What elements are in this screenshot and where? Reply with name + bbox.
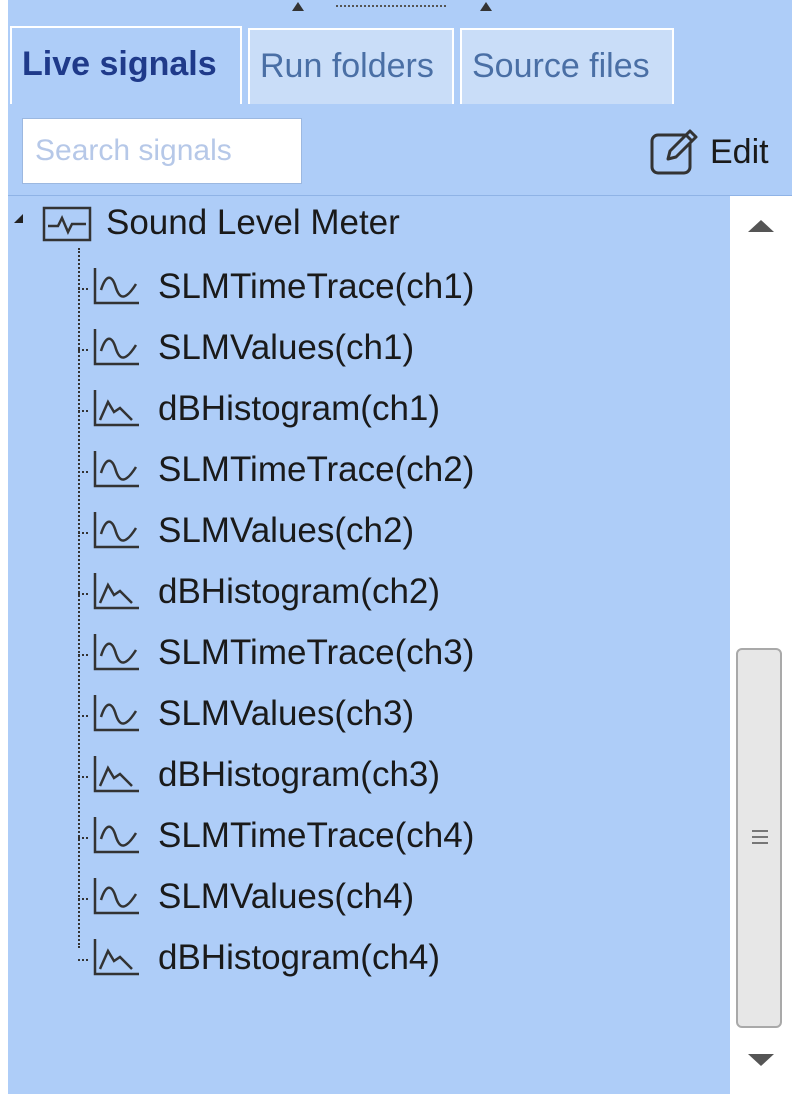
splitter-grip[interactable] — [290, 0, 500, 16]
wave-icon — [92, 266, 142, 310]
tree-item[interactable]: SLMValues(ch1) — [78, 319, 722, 379]
tree-item[interactable]: SLMValues(ch2) — [78, 502, 722, 562]
tree-item-label: SLMValues(ch3) — [158, 694, 415, 733]
tree-item-label: SLMTimeTrace(ch2) — [158, 450, 475, 489]
wave-icon — [92, 693, 142, 737]
toolbar: Edit — [8, 104, 792, 196]
wave-icon — [92, 449, 142, 493]
tree-item-label: dBHistogram(ch1) — [158, 389, 441, 428]
tab-live-signals[interactable]: Live signals — [10, 26, 242, 108]
grip-dots — [336, 5, 446, 7]
tree-item-label: dBHistogram(ch4) — [158, 938, 441, 977]
tree-item[interactable]: dBHistogram(ch3) — [78, 746, 722, 806]
scroll-down-arrow-icon[interactable] — [748, 1054, 774, 1066]
tree-item[interactable]: SLMValues(ch3) — [78, 685, 722, 745]
tree-item-label: SLMTimeTrace(ch3) — [158, 633, 475, 672]
search-input[interactable] — [22, 118, 302, 184]
wave-icon — [92, 632, 142, 676]
wave-icon — [92, 510, 142, 554]
tab-run-folders[interactable]: Run folders — [248, 28, 454, 104]
tree-item[interactable]: SLMTimeTrace(ch1) — [78, 258, 722, 318]
tree-item[interactable]: SLMTimeTrace(ch2) — [78, 441, 722, 501]
tree-connector — [78, 776, 88, 778]
tree-item[interactable]: SLMTimeTrace(ch4) — [78, 807, 722, 867]
tree-item[interactable]: SLMValues(ch4) — [78, 868, 722, 928]
tree-connector — [78, 410, 88, 412]
tree-connector — [78, 959, 88, 961]
histogram-icon — [92, 571, 142, 615]
tree-item[interactable]: dBHistogram(ch4) — [78, 929, 722, 989]
tree-root-label[interactable]: Sound Level Meter — [106, 200, 400, 246]
tree-connector — [78, 654, 88, 656]
tree-connector — [78, 471, 88, 473]
tree-connector — [78, 593, 88, 595]
scroll-thumb[interactable] — [736, 648, 782, 1028]
tree-item[interactable]: dBHistogram(ch1) — [78, 380, 722, 440]
tree-connector — [78, 715, 88, 717]
tree-item-label: SLMTimeTrace(ch1) — [158, 267, 475, 306]
pencil-edit-icon — [648, 125, 702, 179]
tree-item-label: SLMValues(ch1) — [158, 328, 415, 367]
edit-button[interactable]: Edit — [648, 122, 769, 182]
histogram-icon — [92, 937, 142, 981]
tree-guide-line — [78, 248, 80, 948]
thumb-grip-icon — [752, 830, 768, 848]
scroll-up-arrow-icon[interactable] — [748, 220, 774, 232]
tree-item[interactable]: dBHistogram(ch2) — [78, 563, 722, 623]
signal-tree: Sound Level Meter SLMTimeTrace(ch1) SLMVa… — [8, 196, 730, 1094]
tree-item-label: SLMValues(ch4) — [158, 877, 415, 916]
tree-connector — [78, 349, 88, 351]
tree-item-label: dBHistogram(ch3) — [158, 755, 441, 794]
wave-icon — [92, 327, 142, 371]
tree-item-label: SLMValues(ch2) — [158, 511, 415, 550]
collapse-triangle-icon[interactable] — [14, 214, 23, 223]
grip-left-arrow-icon — [292, 2, 304, 11]
tab-source-files[interactable]: Source files — [460, 28, 674, 104]
wave-icon — [92, 815, 142, 859]
vertical-scrollbar[interactable] — [730, 196, 792, 1094]
tree-connector — [78, 532, 88, 534]
left-margin — [0, 0, 8, 1094]
histogram-icon — [92, 388, 142, 432]
histogram-icon — [92, 754, 142, 798]
tree-item-label: SLMTimeTrace(ch4) — [158, 816, 475, 855]
tree-connector — [78, 898, 88, 900]
tree-item[interactable]: SLMTimeTrace(ch3) — [78, 624, 722, 684]
signal-group-icon — [42, 206, 92, 246]
edit-label: Edit — [710, 132, 769, 171]
tab-strip: Live signals Run folders Source files — [8, 16, 792, 108]
right-margin — [792, 0, 799, 1094]
tree-connector — [78, 837, 88, 839]
tree-item-label: dBHistogram(ch2) — [158, 572, 441, 611]
grip-right-arrow-icon — [480, 2, 492, 11]
tree-connector — [78, 288, 88, 290]
wave-icon — [92, 876, 142, 920]
